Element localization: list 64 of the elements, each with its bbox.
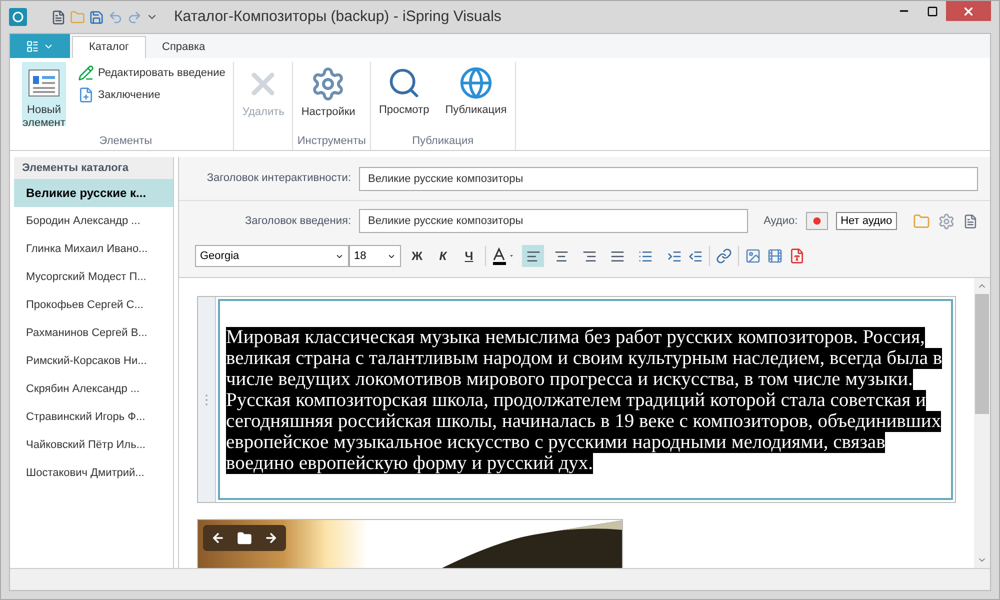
paragraph: Мировая классическая музыка немыслима без работ русских композиторов. Россия, великая страна с талантливым народом и своим культурным наследием, всегда была в числе ведущих локомотивов мирового прогресса и искусства, в том числе музыки. Русская композиторская школа, продолжателем традиций которой стала советская и сегодняшняя российская школы, начиналась в 19 веке с композиторов, объединивших европейское музыкальное искусство с русскими народными мелодиями, связав воедино европейскую форму и русский дух.: [226, 327, 944, 474]
image-icon[interactable]: [745, 248, 761, 264]
format-button[interactable]: К: [433, 247, 453, 265]
sidebar-item[interactable]: Бородин Александр ...: [14, 207, 173, 235]
next-icon[interactable]: [264, 531, 278, 545]
text-color-icon[interactable]: [492, 247, 516, 265]
bullet-list-icon[interactable]: [638, 248, 653, 264]
new-file-icon[interactable]: [51, 10, 66, 24]
settings-icon[interactable]: [938, 212, 956, 230]
app-logo-icon: [9, 8, 27, 26]
sidebar-item[interactable]: Чайковский Пётр Иль...: [14, 431, 173, 459]
sidebar-item[interactable]: Великие русские к...: [14, 179, 173, 207]
maximize-icon: [926, 6, 938, 16]
sidebar-item[interactable]: Глинка Михаил Ивано...: [14, 235, 173, 263]
ribbon-tab[interactable]: Справка: [146, 36, 222, 58]
close-icon: [962, 4, 975, 18]
page-icon: [78, 87, 94, 103]
field-label: Заголовок интерактивности:: [206, 171, 351, 186]
font-dropdown[interactable]: Georgia: [195, 245, 349, 267]
link-icon[interactable]: [716, 248, 732, 264]
record-icon: [812, 217, 821, 225]
edit-icon: [78, 65, 94, 81]
globe-icon: [458, 66, 493, 100]
sidebar-item[interactable]: Римский-Корсаков Ни...: [14, 347, 173, 375]
ribbon-button[interactable]: Редактировать введение: [74, 62, 230, 84]
sidebar-item[interactable]: Рахманинов Сергей В...: [14, 319, 173, 347]
sidebar-item[interactable]: Скрябин Александр ...: [14, 375, 173, 403]
intro-field[interactable]: Великие русские композиторы: [359, 209, 748, 233]
ribbon-button[interactable]: Настройки: [297, 62, 360, 126]
menu-icon: [26, 40, 39, 52]
format-button[interactable]: Ж: [407, 247, 427, 265]
sidebar-item[interactable]: Мусоргский Модест П...: [14, 263, 173, 291]
scrollbar[interactable]: [974, 278, 990, 568]
save-icon[interactable]: [89, 10, 104, 24]
indent-icon[interactable]: [667, 248, 682, 264]
app-menu-button[interactable]: [10, 34, 70, 58]
field-label: Заголовок введения:: [244, 214, 351, 229]
notes-icon[interactable]: [963, 214, 978, 228]
flash-file-icon[interactable]: [789, 248, 805, 264]
window-title: Каталог-Композиторы (backup) - iSpring Visuals: [174, 6, 502, 27]
group-label: Элементы: [99, 134, 152, 149]
close-button[interactable]: [946, 1, 991, 21]
previous-icon[interactable]: [211, 531, 225, 545]
title-field[interactable]: Великие русские композиторы: [359, 166, 978, 190]
ribbon-button[interactable]: Новый элемент: [22, 62, 66, 126]
ribbon-button[interactable]: Публикация: [441, 62, 511, 126]
audio-label: Аудио:: [764, 214, 798, 229]
align-left-icon[interactable]: [522, 245, 544, 267]
group-label: Инструменты: [297, 134, 366, 149]
format-button[interactable]: Ч: [459, 247, 479, 265]
audio-status: Нет аудио: [836, 212, 898, 230]
sidebar-item[interactable]: Шостакович Дмитрий...: [14, 459, 173, 487]
drag-handle-icon[interactable]: [205, 394, 208, 406]
ribbon-tab[interactable]: Каталог: [72, 36, 146, 58]
film-icon[interactable]: [767, 248, 783, 264]
outdent-icon[interactable]: [688, 248, 703, 264]
sidebar-item[interactable]: Прокофьев Сергей С...: [14, 291, 173, 319]
size-dropdown[interactable]: 18: [349, 245, 401, 267]
ribbon-button[interactable]: Заключение: [74, 84, 230, 106]
group-label: Публикация: [412, 134, 474, 149]
ribbon-button[interactable]: Просмотр: [374, 62, 434, 126]
sidebar-header: Элементы каталога: [14, 157, 173, 179]
record-button[interactable]: [806, 212, 828, 230]
sidebar-item[interactable]: Стравинский Игорь Ф...: [14, 403, 173, 431]
